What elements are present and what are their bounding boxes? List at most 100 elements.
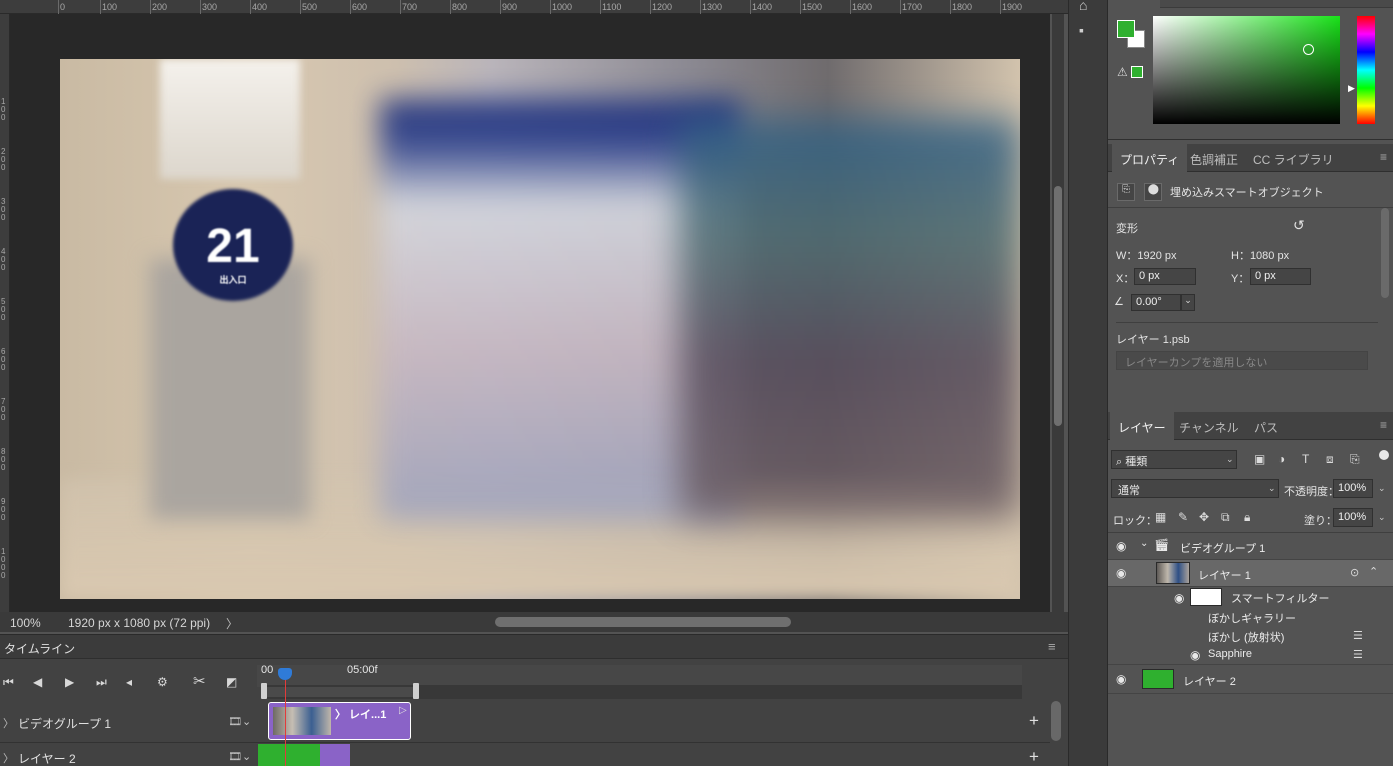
- layer-name[interactable]: ぼかしギャラリー: [1208, 610, 1296, 626]
- chevron-down-icon[interactable]: ⌄: [1378, 512, 1386, 523]
- canvas-vertical-scroll-thumb[interactable]: [1054, 186, 1062, 426]
- layer-filter-select[interactable]: ⌕ 種類: [1111, 450, 1237, 469]
- x-position-field[interactable]: 0 px: [1134, 268, 1196, 285]
- layer-name[interactable]: ビデオグループ 1: [1180, 540, 1265, 556]
- layer-name[interactable]: ぼかし (放射状): [1208, 629, 1284, 645]
- canvas-horizontal-scroll-thumb[interactable]: [495, 617, 791, 627]
- chevron-down-icon[interactable]: ⌄: [1181, 294, 1195, 311]
- gear-icon[interactable]: ⚙: [157, 675, 168, 689]
- smart-filter-indicator-icon[interactable]: ⊙: [1350, 566, 1359, 579]
- menu-icon[interactable]: ≡: [1048, 639, 1056, 654]
- lock-transparent-icon[interactable]: ▦: [1155, 510, 1166, 524]
- tab-channels[interactable]: チャンネル: [1171, 412, 1247, 440]
- plus-icon[interactable]: +: [1029, 747, 1039, 766]
- chevron-right-icon[interactable]: 〉: [3, 750, 14, 766]
- timeline-vertical-scroll-thumb[interactable]: [1051, 701, 1061, 741]
- audio-icon[interactable]: ◂: [126, 675, 132, 689]
- y-position-field[interactable]: 0 px: [1250, 268, 1311, 285]
- work-area-start-handle[interactable]: [261, 683, 267, 699]
- blend-mode-select[interactable]: 通常: [1111, 479, 1279, 498]
- chevron-down-icon[interactable]: ⌄: [1140, 538, 1148, 549]
- shape-filter-icon[interactable]: ⧈: [1326, 452, 1334, 467]
- layer-row-radial-blur[interactable]: ぼかし (放射状) ☰: [1108, 626, 1393, 645]
- type-filter-icon[interactable]: T: [1302, 452, 1309, 466]
- lock-position-icon[interactable]: ✥: [1199, 510, 1209, 524]
- zoom-level[interactable]: 100%: [10, 616, 41, 630]
- tab-paths[interactable]: パス: [1246, 412, 1286, 440]
- layer-row-video-group[interactable]: ◉ ⌄ 🎬︎ ビデオグループ 1: [1108, 533, 1393, 560]
- eye-icon[interactable]: ◉: [1116, 672, 1126, 686]
- lock-artboard-icon[interactable]: ⧉: [1221, 510, 1230, 525]
- filter-options-icon[interactable]: ☰: [1353, 629, 1363, 642]
- comment-icon[interactable]: ▪: [1079, 22, 1084, 38]
- filmstrip-icon[interactable]: 🎞⌄: [228, 750, 251, 763]
- home-icon[interactable]: ⌂: [1079, 0, 1087, 13]
- width-value[interactable]: W：1920 px: [1116, 247, 1177, 263]
- angle-field[interactable]: 0.00°: [1131, 294, 1181, 311]
- chevron-right-icon[interactable]: 〉: [3, 715, 14, 731]
- pixel-filter-icon[interactable]: ▣: [1254, 452, 1265, 466]
- status-menu-button[interactable]: 〉: [226, 615, 238, 632]
- play-icon[interactable]: ▶: [65, 675, 74, 689]
- work-area-end-handle[interactable]: [413, 683, 419, 699]
- menu-icon[interactable]: ≡: [1380, 418, 1387, 432]
- layer-thumbnail[interactable]: [1156, 562, 1190, 584]
- lock-icon[interactable]: 🔒︎: [1244, 510, 1250, 525]
- properties-scroll-thumb[interactable]: [1381, 208, 1389, 298]
- transition-icon[interactable]: ◩: [226, 675, 237, 689]
- layer-row-smart-filter[interactable]: ◉ スマートフィルター: [1108, 587, 1393, 607]
- eye-icon[interactable]: ◉: [1116, 539, 1126, 553]
- warning-icon[interactable]: ⚠: [1117, 65, 1128, 79]
- layer-name[interactable]: レイヤー 2: [1183, 673, 1236, 689]
- tab-layers[interactable]: レイヤー: [1110, 412, 1174, 440]
- tab-adjustments[interactable]: 色調補正: [1182, 144, 1246, 172]
- chevron-down-icon[interactable]: ⌄: [1378, 483, 1386, 494]
- go-to-first-frame-icon[interactable]: ⏮: [3, 675, 14, 690]
- chevron-up-icon[interactable]: ⌃: [1369, 565, 1378, 578]
- layer-thumbnail[interactable]: [1142, 669, 1174, 689]
- layer-name[interactable]: スマートフィルター: [1231, 590, 1329, 606]
- mask-icon[interactable]: ⬤: [1144, 183, 1163, 201]
- horizontal-ruler[interactable]: 0 100 200 300 400 500 600 700 800 900 10…: [0, 0, 1068, 14]
- canvas-area[interactable]: 21 出入口: [10, 14, 1050, 612]
- layer-comp-select[interactable]: レイヤーカンプを適用しない: [1116, 351, 1368, 370]
- layer-row-blur-gallery[interactable]: ぼかしギャラリー: [1108, 607, 1393, 626]
- adjustment-filter-icon[interactable]: ◑: [1278, 452, 1285, 466]
- next-frame-icon[interactable]: ⏭: [96, 675, 107, 690]
- layer-row-sapphire[interactable]: ◉ Sapphire ☰: [1108, 645, 1393, 665]
- scissors-icon[interactable]: ✂: [193, 672, 206, 690]
- smart-object-icon[interactable]: ⎘: [1117, 183, 1135, 201]
- tab-cc-libraries[interactable]: CC ライブラリ: [1245, 144, 1342, 172]
- smart-object-filter-icon[interactable]: ⎘: [1350, 452, 1360, 467]
- hue-slider-marker[interactable]: ▶: [1348, 83, 1355, 94]
- hue-slider[interactable]: [1357, 16, 1375, 124]
- filter-toggle[interactable]: [1379, 450, 1389, 460]
- clip-end-icon[interactable]: ▷: [399, 705, 407, 716]
- eye-icon[interactable]: ◉: [1116, 566, 1126, 580]
- filter-mask-thumbnail[interactable]: [1190, 588, 1222, 606]
- reset-icon[interactable]: ↺: [1293, 217, 1305, 234]
- opacity-field[interactable]: 100%: [1333, 479, 1373, 498]
- filmstrip-icon[interactable]: 🎞⌄: [228, 715, 251, 728]
- plus-icon[interactable]: +: [1029, 711, 1039, 731]
- filter-options-icon[interactable]: ☰: [1353, 648, 1363, 661]
- track-row[interactable]: 〉 ビデオグループ 1 🎞⌄ +: [0, 701, 1050, 743]
- web-safe-swatch[interactable]: [1131, 66, 1143, 78]
- tab-properties[interactable]: プロパティ: [1112, 144, 1188, 172]
- layer-name[interactable]: Sapphire: [1208, 648, 1252, 660]
- previous-frame-icon[interactable]: ◀︎: [33, 675, 42, 689]
- foreground-color-swatch-front[interactable]: [1117, 20, 1135, 38]
- layer-row-layer-1[interactable]: ◉ レイヤー 1 ⊙ ⌃: [1108, 560, 1393, 587]
- eye-icon[interactable]: ◉: [1190, 648, 1200, 662]
- color-field[interactable]: [1153, 16, 1340, 124]
- vertical-ruler[interactable]: 1 0 0 2 0 0 3 0 0 4 0 0 5 0 0 6 0 0 7 0 …: [0, 14, 10, 614]
- track-row[interactable]: 〉 レイヤー 2 🎞⌄ +: [0, 744, 1050, 766]
- lock-paint-icon[interactable]: ✎: [1178, 510, 1188, 524]
- timeline-tab[interactable]: タイムライン: [4, 640, 75, 657]
- height-value[interactable]: H：1080 px: [1231, 247, 1289, 263]
- layer-name[interactable]: レイヤー 1: [1198, 567, 1251, 583]
- color-cursor[interactable]: [1303, 44, 1314, 55]
- layer-2-clip-tail[interactable]: [320, 744, 350, 766]
- document-image[interactable]: 21 出入口: [60, 59, 1020, 599]
- layer-2-clip[interactable]: [258, 744, 320, 766]
